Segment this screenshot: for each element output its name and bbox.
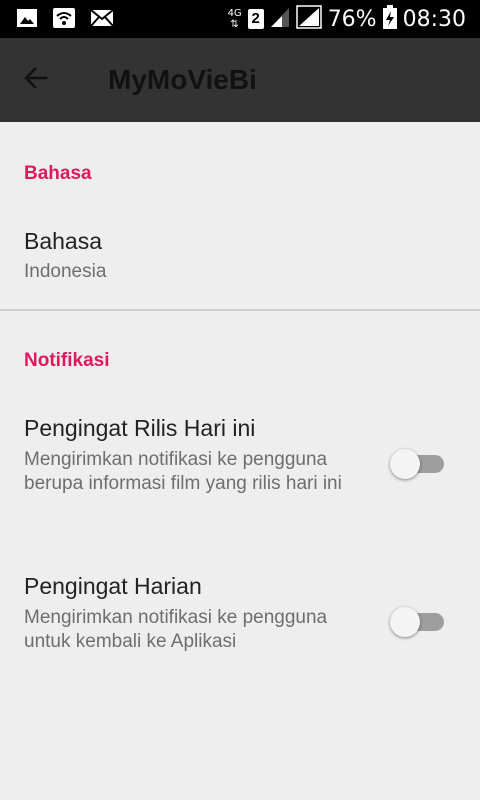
section-header-language: Bahasa xyxy=(24,163,92,184)
signal-full-icon xyxy=(295,4,322,34)
mail-icon xyxy=(90,7,114,34)
gallery-icon xyxy=(16,7,38,34)
battery-charging-icon xyxy=(382,4,397,34)
network-type-label: 4G xyxy=(227,8,242,19)
section-header-notifications: Notifikasi xyxy=(24,350,110,371)
system-status: 4G ⇅ 2 76% 08:30 xyxy=(228,4,466,34)
network-type: 4G ⇅ xyxy=(228,8,242,30)
pref-language-title: Bahasa xyxy=(24,228,103,254)
pref-daily-reminder-summary: Mengirimkan notifikasi ke pengguna untuk… xyxy=(24,607,328,652)
arrow-back-icon xyxy=(22,64,50,97)
clock: 08:30 xyxy=(402,6,466,32)
notification-icons xyxy=(16,7,114,34)
back-button[interactable] xyxy=(16,60,56,100)
switch-thumb xyxy=(390,607,420,637)
battery-percent: 76% xyxy=(327,6,377,32)
app-bar: MyMoVieBi xyxy=(0,38,480,122)
daily-reminder-switch[interactable] xyxy=(390,607,444,637)
switch-thumb xyxy=(390,449,420,479)
pref-release-reminder-summary: Mengirimkan notifikasi ke pengguna berup… xyxy=(24,449,342,494)
pref-daily-reminder[interactable]: Pengingat Harian Mengirimkan notifikasi … xyxy=(0,558,480,693)
pref-language-summary: Indonesia xyxy=(24,261,107,282)
app-title: MyMoVieBi xyxy=(108,64,257,95)
signal-icon xyxy=(270,6,290,33)
pref-release-reminder[interactable]: Pengingat Rilis Hari ini Mengirimkan not… xyxy=(0,400,480,535)
pref-language[interactable]: Bahasa Indonesia xyxy=(0,210,480,308)
data-arrows-icon: ⇅ xyxy=(230,19,239,30)
wifi-icon xyxy=(52,7,76,34)
divider xyxy=(0,309,480,311)
sim-slot-badge: 2 xyxy=(247,9,264,29)
status-bar: 4G ⇅ 2 76% 08:30 xyxy=(0,0,480,38)
pref-daily-reminder-title: Pengingat Harian xyxy=(24,573,202,599)
pref-release-reminder-title: Pengingat Rilis Hari ini xyxy=(24,415,256,441)
release-reminder-switch[interactable] xyxy=(390,449,444,479)
